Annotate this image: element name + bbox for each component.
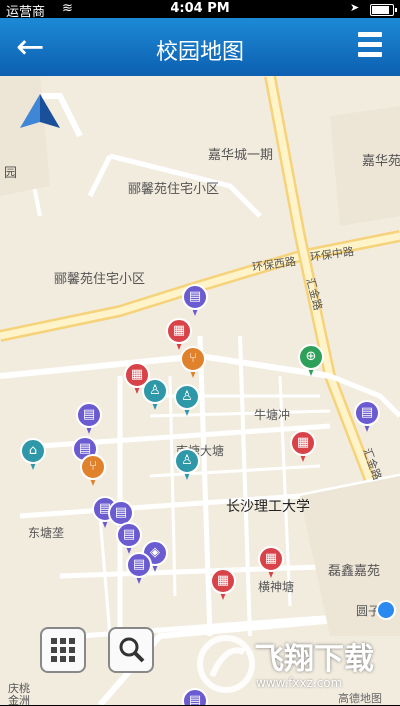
building-icon: ▦ (166, 318, 192, 344)
map-label-lixin: 磊鑫嘉苑 (328, 564, 381, 579)
map-label-niutangchong: 牛塘冲 (254, 408, 291, 422)
map-label-dongtang: 东塘垄 (28, 526, 65, 540)
battery-icon (370, 4, 397, 16)
map-label-jiahua: 嘉华城一期 (208, 148, 274, 163)
restaurant-icon: ⑂ (80, 454, 106, 480)
campus-map[interactable]: 嘉华城一期 嘉华苑 园 郦馨苑住宅小区 郦馨苑住宅小区 环保西路 环保中路 汇金… (0, 76, 400, 705)
bus-stop-icon: ▤ (116, 522, 142, 548)
status-time: 4:04 PM (170, 1, 230, 16)
watermark-logo: 飞翔下载 www.fxxz.com (196, 634, 386, 694)
map-label-yuxin-2: 郦馨苑住宅小区 (54, 272, 146, 287)
watermark-url: www.fxxz.com (256, 676, 343, 690)
map-poi-marker[interactable]: ♙ (174, 448, 200, 482)
nav-bar: ← 校园地图 (0, 18, 400, 76)
restaurant-icon: ⑂ (180, 346, 206, 372)
search-icon (119, 637, 145, 663)
sports-icon: ⊕ (298, 344, 324, 370)
map-poi-marker[interactable]: ▤ (76, 402, 102, 436)
map-poi-marker[interactable]: ♙ (142, 378, 168, 412)
compass-icon[interactable] (16, 94, 64, 142)
map-poi-marker[interactable]: ⑂ (180, 346, 206, 380)
current-location-icon (376, 600, 396, 620)
map-roads (0, 76, 400, 705)
toilet-icon: ♙ (174, 384, 200, 410)
map-poi-marker[interactable]: ▦ (210, 568, 236, 602)
bus-stop-icon: ▤ (76, 402, 102, 428)
map-label-yuan: 园 (4, 166, 18, 181)
location-arrow-icon: ➤ (350, 1, 360, 14)
map-poi-marker[interactable]: ♙ (174, 384, 200, 418)
grid-button[interactable] (40, 627, 86, 673)
map-label-jinzhou: 金洲 (8, 694, 30, 705)
page-title: 校园地图 (155, 40, 244, 65)
bus-stop-icon: ▤ (354, 400, 380, 426)
map-poi-marker[interactable]: ⑂ (80, 454, 106, 488)
watermark-brand: 飞翔下载 (254, 642, 374, 677)
map-label-hengshen: 横神塘 (258, 580, 295, 594)
status-bar: 运营商 ≋ 4:04 PM ➤ (0, 0, 400, 20)
map-poi-marker[interactable]: ⌂ (20, 438, 46, 472)
battery-fill (372, 6, 390, 14)
map-poi-marker[interactable]: ▤ (354, 400, 380, 434)
building-icon: ▦ (210, 568, 236, 594)
menu-button[interactable] (358, 32, 382, 60)
bus-stop-icon: ▤ (182, 284, 208, 310)
map-label-yuxin-1: 郦馨苑住宅小区 (128, 182, 220, 197)
battery-tip (395, 8, 397, 12)
building-icon: ▦ (290, 430, 316, 456)
map-label-jiahua-right: 嘉华苑 (362, 154, 400, 169)
building-icon: ▦ (258, 546, 284, 572)
toilet-icon: ♙ (142, 378, 168, 404)
search-button[interactable] (108, 627, 154, 673)
map-poi-marker[interactable]: ⊕ (298, 344, 324, 378)
map-poi-marker[interactable]: ▦ (258, 546, 284, 580)
bus-stop-icon: ▤ (126, 552, 152, 578)
gaode-attribution: 高德地图 (338, 692, 382, 705)
grid-icon (51, 638, 75, 662)
bank-icon: ⌂ (20, 438, 46, 464)
map-label-csust: 长沙理工大学 (226, 499, 310, 515)
map-poi-marker[interactable]: ▤ (182, 284, 208, 318)
map-poi-marker[interactable]: ▤ (126, 552, 152, 586)
watermark-emblem-icon (197, 635, 255, 693)
map-poi-marker[interactable]: ▤ (116, 522, 142, 556)
toilet-icon: ♙ (174, 448, 200, 474)
map-poi-marker[interactable]: ▦ (290, 430, 316, 464)
